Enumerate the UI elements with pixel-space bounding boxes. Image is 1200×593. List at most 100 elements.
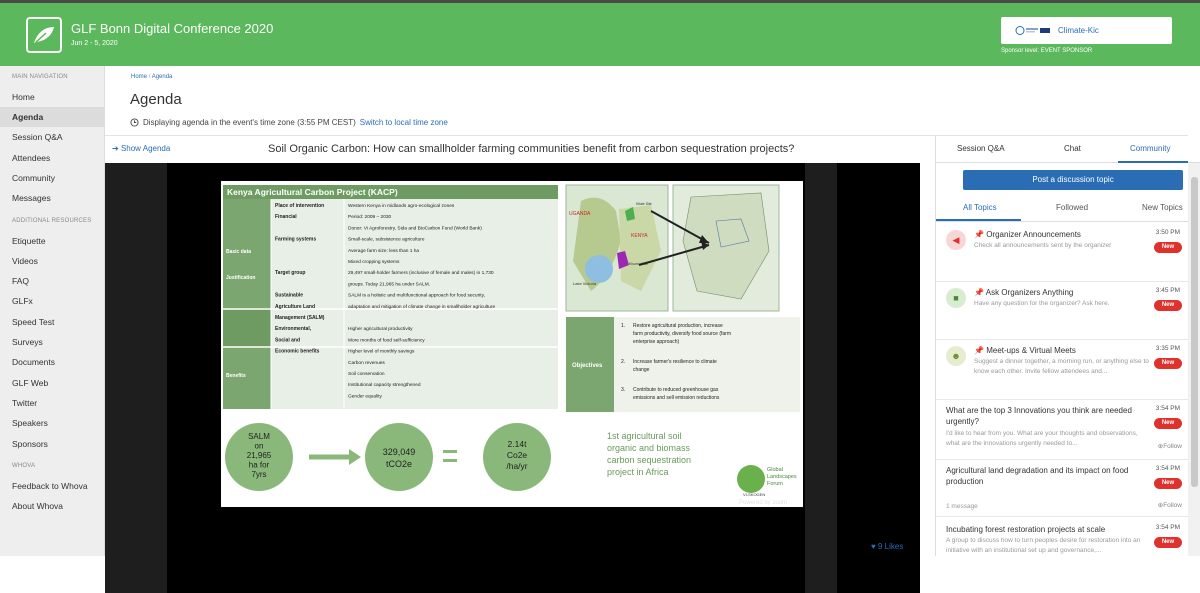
- glf-logo-icon[interactable]: [26, 17, 62, 53]
- sidebar-item-agenda[interactable]: Agenda: [0, 107, 104, 127]
- likes-button[interactable]: ♥ 9 Likes: [871, 542, 903, 551]
- slide-row-label: Environmental,: [275, 326, 312, 332]
- topic-title: 📌 Meet-ups & Virtual Meets: [974, 345, 1076, 356]
- objective-number: 3.: [621, 387, 625, 393]
- slide-row-value: Gender equality: [348, 393, 382, 399]
- sidebar-item-glf-web[interactable]: GLF Web: [0, 373, 104, 393]
- presentation-slide: Kenya Agricultural Carbon Project (KACP)…: [221, 181, 803, 507]
- topic-desc: I'd like to hear from you. What are your…: [946, 430, 1138, 447]
- slide-row-value: 29,497 small-holder farmers (inclusive o…: [348, 270, 494, 276]
- zoom-watermark: Powered by zoom: [739, 500, 787, 506]
- follow-button[interactable]: ⊕Follow: [1158, 442, 1182, 450]
- sidebar-item-messages[interactable]: Messages: [0, 188, 104, 208]
- topic-title-text: Ask Organizers Anything: [985, 288, 1074, 297]
- slide-row-label: Farming systems: [275, 237, 316, 243]
- tab-session-qa[interactable]: Session Q&A: [957, 144, 1005, 153]
- video-player[interactable]: Kenya Agricultural Carbon Project (KACP)…: [105, 163, 920, 593]
- likes-count: 9 Likes: [877, 542, 904, 551]
- slide-row-value: Carbon revenues: [348, 360, 385, 366]
- slide-row-value: Donor: Vi Agroforestry, Sida and BioCarb…: [348, 225, 482, 231]
- topic-item[interactable]: ■ 📌 Ask Organizers Anything Have any que…: [936, 282, 1188, 340]
- sidebar-item-home[interactable]: Home: [0, 87, 104, 107]
- sidebar-item-community[interactable]: Community: [0, 168, 104, 188]
- topic-item[interactable]: Agricultural land degradation and its im…: [936, 460, 1188, 517]
- show-agenda-link[interactable]: ➔ Show Agenda: [112, 144, 170, 153]
- sponsor-card[interactable]: Climate-Kic: [1001, 17, 1172, 44]
- sidebar-item-videos[interactable]: Videos: [0, 251, 104, 271]
- panel-scrollbar[interactable]: [1188, 163, 1200, 556]
- sidebar-item-surveys[interactable]: Surveys: [0, 332, 104, 352]
- event-dates: Jun 2 - 5, 2020: [71, 40, 118, 47]
- sidebar-item-about-whova[interactable]: About Whova: [0, 496, 104, 516]
- new-badge: New: [1154, 418, 1182, 429]
- subtab-all-topics[interactable]: All Topics: [963, 203, 997, 212]
- topic-item[interactable]: ◀ 📌 Organizer Announcements Check all an…: [936, 224, 1188, 282]
- sponsor-level: Sponsor level: EVENT SPONSOR: [1001, 48, 1093, 54]
- glf-logo-line2: Landscapes: [767, 474, 797, 480]
- breadcrumb-home[interactable]: Home: [131, 74, 147, 80]
- topic-desc: Check all announcements sent by the orga…: [974, 242, 1112, 249]
- heart-icon: ♥: [871, 542, 876, 551]
- topic-time: 3:54 PM: [1155, 405, 1180, 412]
- topic-title: 📌 Organizer Announcements: [974, 229, 1081, 240]
- sidebar-item-feedback[interactable]: Feedback to Whova: [0, 476, 104, 496]
- sidebar-item-documents[interactable]: Documents: [0, 352, 104, 372]
- sidebar-item-glfx[interactable]: GLFx: [0, 291, 104, 311]
- topic-title: 📌 Ask Organizers Anything: [974, 287, 1073, 298]
- new-badge: New: [1154, 358, 1182, 369]
- slide-row-value: Period: 2009 – 2030: [348, 214, 392, 220]
- clock-icon: [130, 118, 139, 127]
- scrollbar-thumb[interactable]: [1191, 177, 1198, 487]
- timezone-text: Displaying agenda in the event's time zo…: [143, 118, 356, 127]
- topic-time: 3:35 PM: [1155, 345, 1180, 352]
- pin-icon: 📌: [974, 288, 984, 297]
- page-title: Agenda: [130, 91, 182, 108]
- subtab-new-topics[interactable]: New Topics: [1142, 203, 1183, 212]
- tab-chat[interactable]: Chat: [1064, 144, 1081, 153]
- subtab-followed[interactable]: Followed: [1056, 203, 1088, 212]
- circle-rate-text: Co2e: [507, 450, 528, 460]
- tab-community[interactable]: Community: [1130, 144, 1170, 153]
- slide-section-label: Benefits: [226, 373, 246, 379]
- slide-canvas: Kenya Agricultural Carbon Project (KACP)…: [223, 184, 800, 506]
- active-tab-indicator: [1118, 161, 1188, 163]
- post-discussion-button[interactable]: Post a discussion topic: [963, 170, 1183, 190]
- follow-button[interactable]: ⊕Follow: [1158, 501, 1182, 509]
- slide-row-value: More months of food self-sufficiency: [348, 337, 425, 343]
- sidebar-item-etiquette[interactable]: Etiquette: [0, 231, 104, 251]
- switch-timezone-link[interactable]: Switch to local time zone: [360, 118, 448, 127]
- circle-rate-text: /ha/yr: [506, 461, 527, 471]
- sidebar-item-speakers[interactable]: Speakers: [0, 413, 104, 433]
- slide-row-label: Target group: [275, 270, 305, 276]
- breadcrumb-current[interactable]: Agenda: [152, 74, 173, 80]
- sidebar-item-twitter[interactable]: Twitter: [0, 393, 104, 413]
- objectives-label: Objectives: [572, 363, 603, 369]
- vi-skogen-logo: VI-SKOGEN: [743, 492, 765, 497]
- summary-text: organic and biomass: [607, 443, 691, 453]
- sidebar-item-faq[interactable]: FAQ: [0, 271, 104, 291]
- topic-item[interactable]: ☻ 📌 Meet-ups & Virtual Meets Suggest a d…: [936, 340, 1188, 400]
- sidebar-item-session-qa[interactable]: Session Q&A: [0, 127, 104, 147]
- topic-item[interactable]: What are the top 3 Innovations you think…: [936, 400, 1188, 460]
- objective-text: enterprise approach): [633, 339, 679, 345]
- arrow-right-icon: ➔: [112, 144, 119, 153]
- active-subtab-indicator: [936, 219, 1021, 221]
- session-title: Soil Organic Carbon: How can smallholder…: [268, 143, 795, 155]
- sidebar-item-attendees[interactable]: Attendees: [0, 148, 104, 168]
- topic-item[interactable]: Incubating forest restoration projects a…: [936, 517, 1188, 556]
- slide-section-label: Basic data: [226, 249, 251, 255]
- panel-tabs: Session Q&A Chat Community: [936, 136, 1200, 163]
- circle-tco2-text: 329,049: [383, 447, 416, 457]
- circle-salm-text: ha for: [249, 461, 270, 470]
- objective-text: emissions and sell emission reductions: [633, 395, 720, 401]
- map-label-kenya: KENYA: [631, 233, 648, 239]
- summary-text: carbon sequestration: [607, 455, 691, 465]
- sidebar-item-speed-test[interactable]: Speed Test: [0, 312, 104, 332]
- sponsor-name[interactable]: Climate-Kic: [1058, 26, 1099, 35]
- sidebar-item-sponsors[interactable]: Sponsors: [0, 434, 104, 454]
- topic-title-text: Organizer Announcements: [986, 230, 1081, 239]
- objective-number: 1.: [621, 323, 625, 329]
- sidebar: MAIN NAVIGATION Home Agenda Session Q&A …: [0, 66, 105, 556]
- new-badge: New: [1154, 300, 1182, 311]
- follow-label: Follow: [1163, 443, 1182, 450]
